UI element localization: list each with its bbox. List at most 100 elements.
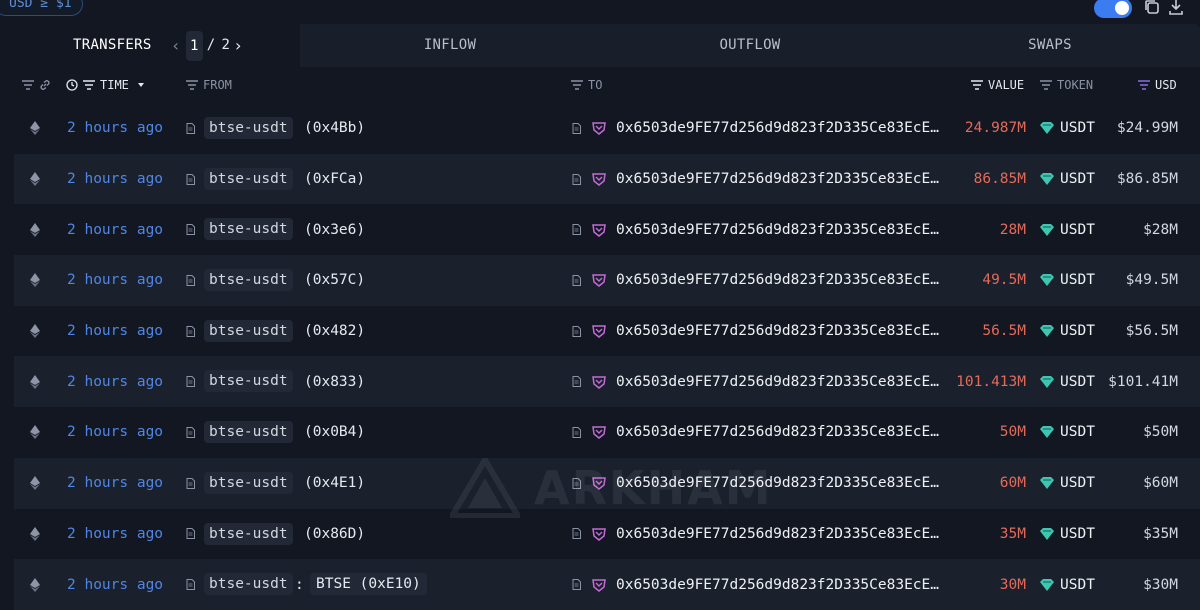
document-icon[interactable]: [572, 103, 582, 154]
token-symbol[interactable]: USDT: [1060, 204, 1095, 255]
token-symbol[interactable]: USDT: [1060, 154, 1095, 205]
from-address[interactable]: (0x833): [304, 356, 365, 407]
document-icon[interactable]: [186, 306, 196, 357]
document-icon[interactable]: [186, 204, 196, 255]
tab-transfers[interactable]: TRANSFERS ‹ 1 / 2 ›: [0, 24, 300, 67]
chain-filter[interactable]: [22, 67, 51, 103]
from-address[interactable]: (0x86D): [304, 509, 365, 560]
document-icon[interactable]: [186, 154, 196, 205]
token-symbol[interactable]: USDT: [1060, 255, 1095, 306]
from-entity-label[interactable]: btse-usdt: [204, 218, 293, 241]
document-icon[interactable]: [572, 154, 582, 205]
token-symbol[interactable]: USDT: [1060, 559, 1095, 610]
tab-inflow[interactable]: INFLOW: [300, 24, 600, 67]
transfer-time-link[interactable]: 2 hours ago: [67, 306, 163, 357]
usd-column-header[interactable]: USD: [1138, 67, 1177, 103]
document-icon[interactable]: [186, 559, 196, 610]
tab-swaps[interactable]: SWAPS: [900, 24, 1200, 67]
from-address[interactable]: (0x4E1): [304, 458, 365, 509]
document-icon[interactable]: [572, 306, 582, 357]
document-icon[interactable]: [572, 559, 582, 610]
from-address[interactable]: (0xFCa): [304, 154, 365, 205]
chevron-left-icon[interactable]: ‹: [168, 24, 184, 67]
transfer-time-link[interactable]: 2 hours ago: [67, 255, 163, 306]
document-icon[interactable]: [572, 458, 582, 509]
to-address[interactable]: 0x6503de9FE77d256d9d823f2D335Ce83EcE…: [616, 509, 939, 560]
to-column-header[interactable]: TO: [571, 67, 602, 103]
token-symbol[interactable]: USDT: [1060, 103, 1095, 154]
transfer-time-link[interactable]: 2 hours ago: [67, 154, 163, 205]
from-address[interactable]: (0x0B4): [304, 407, 365, 458]
from-entity-label[interactable]: btse-usdt: [204, 421, 293, 444]
from-entity-label[interactable]: btse-usdt: [204, 319, 293, 342]
document-icon[interactable]: [186, 356, 196, 407]
table-row[interactable]: 2 hours ago btse-usdt (0xFCa) 0x6503de9FE77…: [14, 153, 1200, 205]
table-row[interactable]: 2 hours ago btse-usdt (0x57C) 0x6503de9FE77…: [14, 255, 1200, 306]
from-entity-label[interactable]: btse-usdt: [204, 522, 293, 545]
document-icon[interactable]: [186, 458, 196, 509]
table-row[interactable]: 2 hours ago btse-usdt (0x4Bb) 0x6503de9FE77…: [14, 103, 1200, 154]
chevron-right-icon[interactable]: ›: [230, 24, 246, 67]
token-symbol[interactable]: USDT: [1060, 458, 1095, 509]
to-address[interactable]: 0x6503de9FE77d256d9d823f2D335Ce83EcE…: [616, 255, 939, 306]
from-address[interactable]: (0x3e6): [304, 204, 365, 255]
to-address[interactable]: 0x6503de9FE77d256d9d823f2D335Ce83EcE…: [616, 356, 939, 407]
copy-icon[interactable]: [1143, 0, 1161, 16]
document-icon[interactable]: [572, 509, 582, 560]
transfer-time-link[interactable]: 2 hours ago: [67, 509, 163, 560]
ethereum-icon: [30, 559, 42, 610]
usd-filter-chip[interactable]: USD ≥ $1: [0, 0, 83, 16]
transfer-time-link[interactable]: 2 hours ago: [67, 103, 163, 154]
from-entity-label[interactable]: btse-usdt: [204, 471, 293, 494]
token-symbol[interactable]: USDT: [1060, 509, 1095, 560]
token-symbol[interactable]: USDT: [1060, 407, 1095, 458]
transfer-time-link[interactable]: 2 hours ago: [67, 204, 163, 255]
token-symbol[interactable]: USDT: [1060, 306, 1095, 357]
to-address[interactable]: 0x6503de9FE77d256d9d823f2D335Ce83EcE…: [616, 559, 939, 610]
from-entity-chip[interactable]: BTSE (0xE10): [310, 573, 427, 596]
to-address[interactable]: 0x6503de9FE77d256d9d823f2D335Ce83EcE…: [616, 407, 939, 458]
document-icon[interactable]: [186, 509, 196, 560]
to-address[interactable]: 0x6503de9FE77d256d9d823f2D335Ce83EcE…: [616, 458, 939, 509]
display-toggle[interactable]: [1094, 0, 1132, 18]
from-entity-label[interactable]: btse-usdt: [204, 269, 293, 292]
document-icon[interactable]: [186, 407, 196, 458]
table-row[interactable]: 2 hours ago btse-usdt: BTSE (0xE10) 0x6503d…: [14, 559, 1200, 610]
download-icon[interactable]: [1167, 0, 1185, 16]
to-address[interactable]: 0x6503de9FE77d256d9d823f2D335Ce83EcE…: [616, 103, 939, 154]
document-icon[interactable]: [572, 407, 582, 458]
from-entity-label[interactable]: btse-usdt: [204, 117, 293, 139]
from-column-header[interactable]: FROM: [186, 67, 232, 103]
value-column-header[interactable]: VALUE: [971, 67, 1024, 103]
from-entity-label[interactable]: btse-usdt: [204, 370, 293, 393]
document-icon[interactable]: [572, 204, 582, 255]
document-icon[interactable]: [572, 356, 582, 407]
ethereum-icon: [30, 306, 42, 357]
table-row[interactable]: 2 hours ago btse-usdt (0x0B4) 0x6503de9FE77…: [14, 407, 1200, 458]
token-symbol[interactable]: USDT: [1060, 356, 1095, 407]
transfer-time-link[interactable]: 2 hours ago: [67, 356, 163, 407]
from-address[interactable]: (0x4Bb): [304, 103, 365, 154]
table-row[interactable]: 2 hours ago btse-usdt (0x4E1) 0x6503de9FE77…: [14, 457, 1200, 509]
from-address[interactable]: (0x57C): [304, 255, 365, 306]
to-address[interactable]: 0x6503de9FE77d256d9d823f2D335Ce83EcE…: [616, 306, 939, 357]
time-column-header[interactable]: TIME: [66, 67, 148, 103]
from-entity-label[interactable]: btse-usdt: [204, 573, 293, 596]
table-row[interactable]: 2 hours ago btse-usdt (0x86D) 0x6503de9FE77…: [14, 509, 1200, 560]
document-icon[interactable]: [186, 255, 196, 306]
usd-value: $30M: [1143, 576, 1178, 593]
transfer-time-link[interactable]: 2 hours ago: [67, 407, 163, 458]
transfer-time-link[interactable]: 2 hours ago: [67, 458, 163, 509]
document-icon[interactable]: [186, 103, 196, 154]
table-row[interactable]: 2 hours ago btse-usdt (0x482) 0x6503de9FE77…: [14, 306, 1200, 357]
tab-outflow[interactable]: OUTFLOW: [600, 24, 900, 67]
table-row[interactable]: 2 hours ago btse-usdt (0x3e6) 0x6503de9FE77…: [14, 204, 1200, 255]
token-column-header[interactable]: TOKEN: [1040, 67, 1093, 103]
to-address[interactable]: 0x6503de9FE77d256d9d823f2D335Ce83EcE…: [616, 154, 939, 205]
from-address[interactable]: (0x482): [304, 306, 365, 357]
document-icon[interactable]: [572, 255, 582, 306]
table-row[interactable]: 2 hours ago btse-usdt (0x833) 0x6503de9FE77…: [14, 356, 1200, 408]
transfer-time-link[interactable]: 2 hours ago: [67, 559, 163, 610]
to-address[interactable]: 0x6503de9FE77d256d9d823f2D335Ce83EcE…: [616, 204, 939, 255]
from-entity-label[interactable]: btse-usdt: [204, 167, 293, 190]
